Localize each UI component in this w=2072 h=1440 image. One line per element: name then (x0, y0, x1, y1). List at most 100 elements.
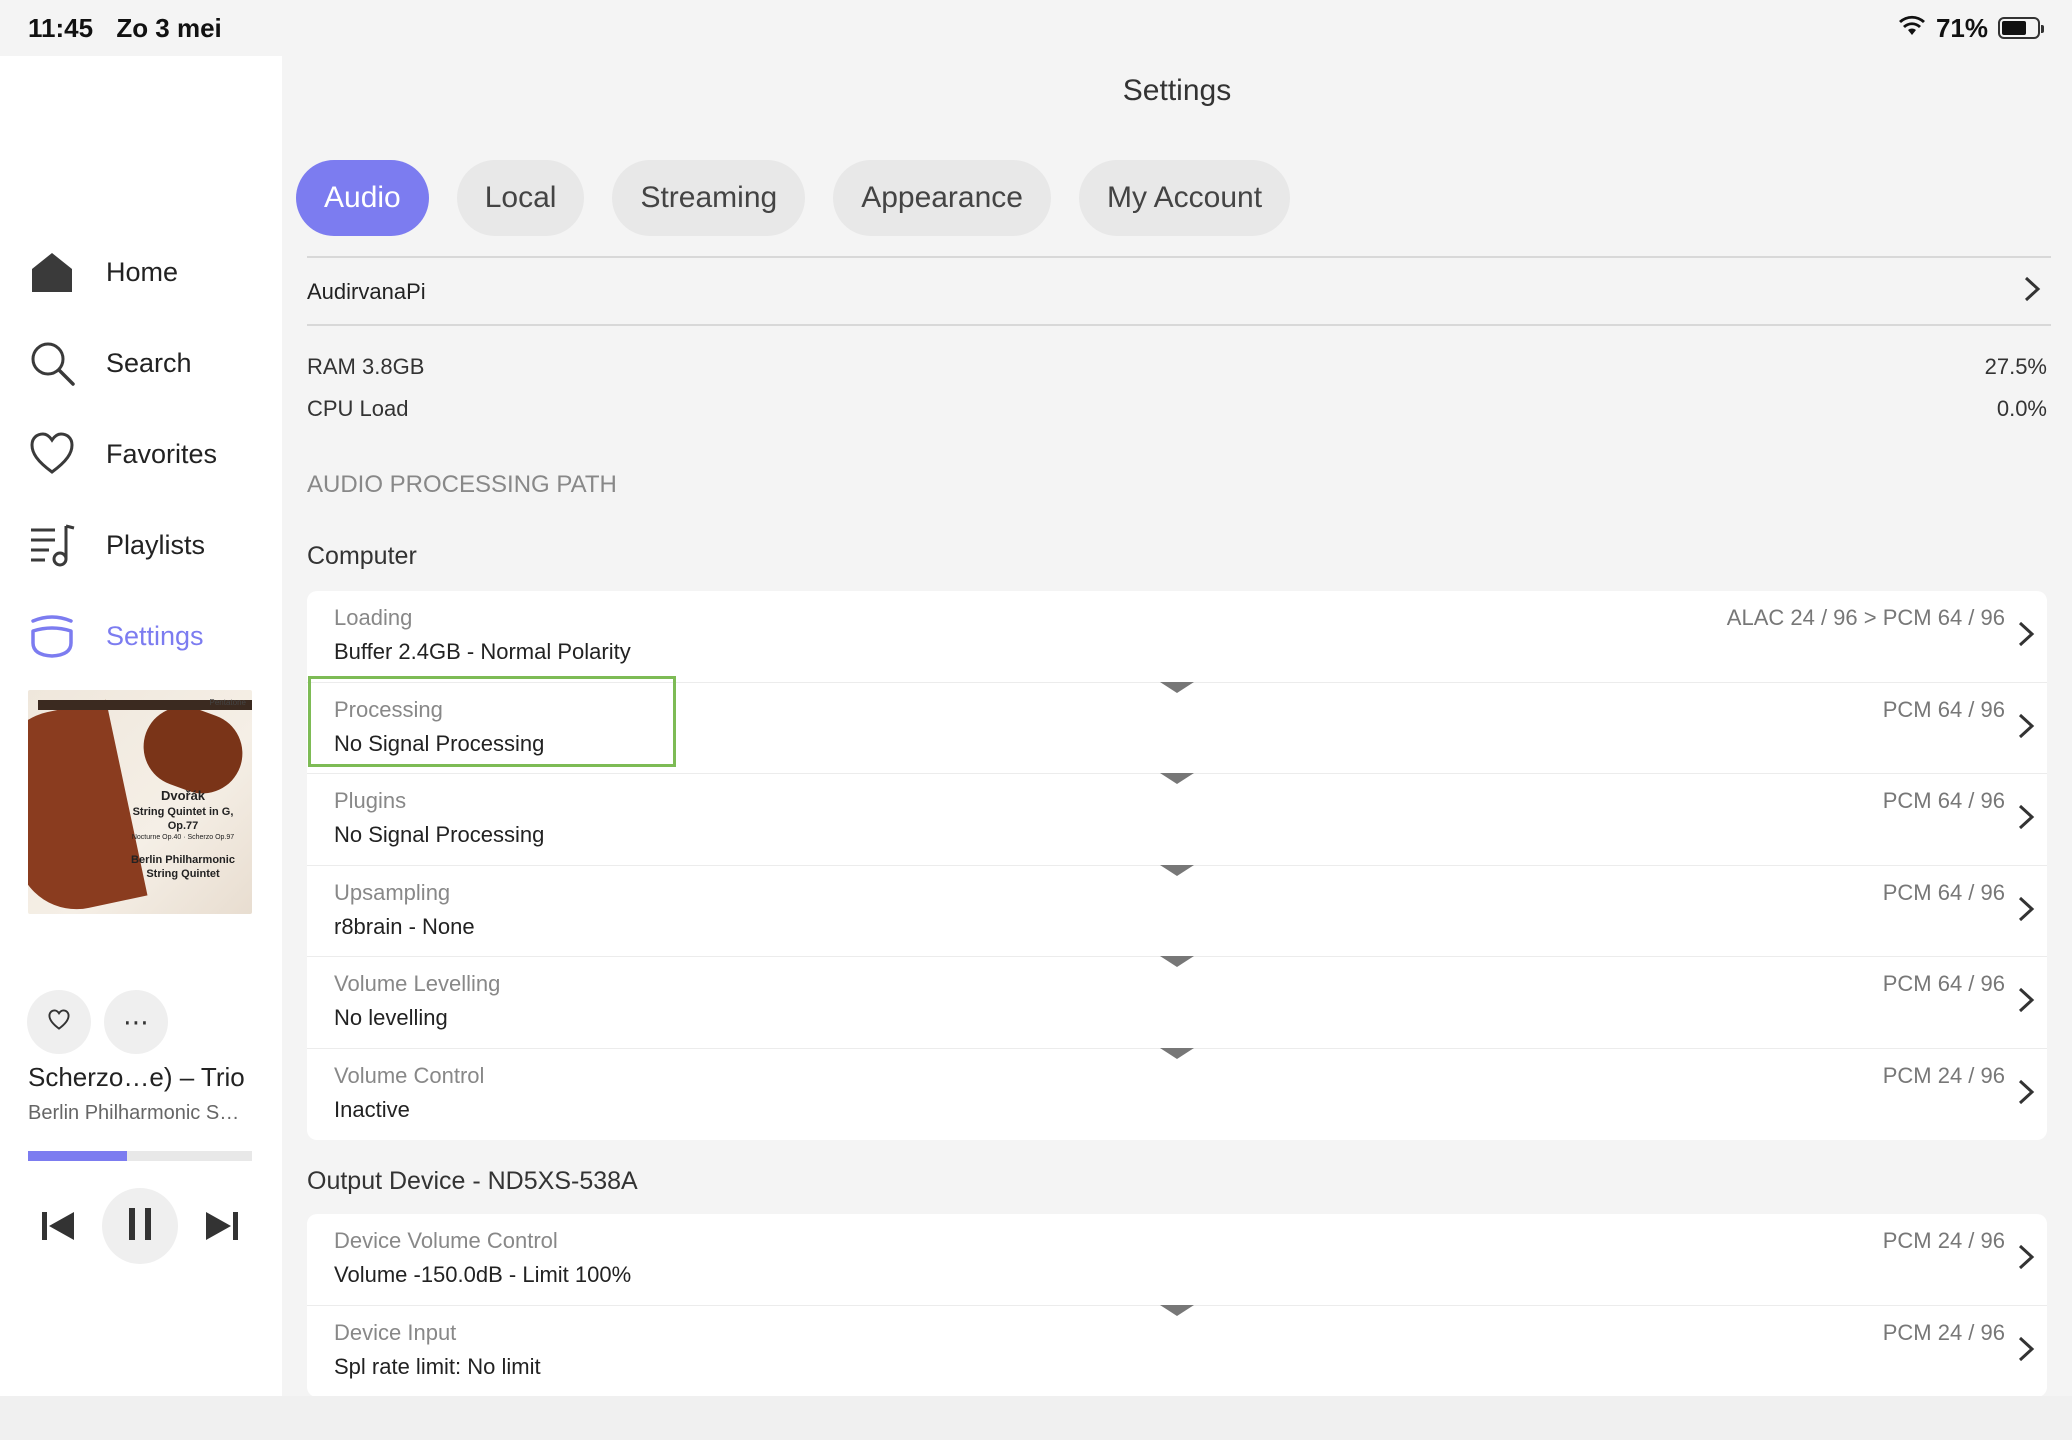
battery-fill (2002, 21, 2027, 35)
row-format: PCM 24 / 96 (1882, 1228, 2005, 1253)
row-label: Upsampling (334, 879, 451, 905)
ram-label: RAM 3.8GB (307, 354, 425, 379)
computer-group-label: Computer (307, 542, 417, 570)
sidebar-item-favorites[interactable]: Favorites (28, 424, 217, 484)
next-button[interactable] (202, 1208, 242, 1248)
track-artist[interactable]: Berlin Philharmonic S… (28, 1102, 239, 1125)
more-button[interactable]: ⋯ (104, 990, 168, 1054)
sidebar-item-home[interactable]: Home (28, 242, 178, 302)
status-bar: 11:45 Zo 3 mei 71% (0, 0, 2072, 56)
playback-progress[interactable] (28, 1151, 252, 1161)
track-title[interactable]: Scherzo…e) – Trio (28, 1062, 245, 1093)
bottom-strip (0, 1396, 2072, 1440)
path-row-device-volume-control[interactable]: Device Volume Control Volume -150.0dB - … (307, 1214, 2047, 1306)
settings-tabs: Audio Local Streaming Appearance My Acco… (296, 160, 1291, 236)
favorite-button[interactable] (27, 990, 91, 1054)
more-icon: ⋯ (123, 1007, 149, 1037)
divider (307, 256, 2051, 258)
row-value: r8brain - None (334, 913, 475, 939)
row-format: PCM 64 / 96 (1882, 971, 2005, 996)
chevron-right-icon (2017, 804, 2041, 834)
album-cover[interactable]: Pentatone Dvořák String Quintet in G, Op… (28, 690, 252, 914)
flow-arrow-icon (1160, 956, 1194, 967)
sidebar-item-label: Playlists (106, 529, 206, 560)
settings-icon (28, 612, 76, 660)
flow-arrow-icon (1160, 1304, 1194, 1316)
row-label: Processing (334, 696, 443, 722)
page-title: Settings (1122, 74, 1232, 107)
chevron-right-icon (2023, 276, 2041, 308)
heart-icon (48, 1008, 70, 1036)
playback-progress-fill (28, 1151, 127, 1161)
row-label: Volume Control (334, 1062, 485, 1088)
pause-button[interactable] (102, 1188, 178, 1264)
device-selector[interactable]: AudirvanaPi (307, 262, 2051, 322)
status-time: 11:45 (28, 12, 94, 43)
flow-arrow-icon (1160, 1047, 1194, 1059)
row-value: Spl rate limit: No limit (334, 1353, 541, 1379)
album-cover-brand: Pentatone (209, 698, 246, 707)
flow-arrow-icon (1160, 773, 1194, 784)
section-title: AUDIO PROCESSING PATH (307, 471, 617, 498)
search-icon (28, 339, 76, 387)
sidebar-item-label: Settings (106, 620, 204, 651)
flow-arrow-icon (1160, 681, 1194, 693)
row-format: PCM 24 / 96 (1882, 1319, 2005, 1345)
row-label: Loading (334, 605, 413, 630)
row-label: Volume Levelling (334, 971, 501, 996)
ram-value: 27.5% (1984, 354, 2047, 379)
path-row-upsampling[interactable]: Upsampling r8brain - None PCM 64 / 96 (307, 864, 2047, 957)
path-row-loading[interactable]: Loading Buffer 2.4GB - Normal Polarity A… (307, 591, 2047, 683)
row-value: Buffer 2.4GB - Normal Polarity (334, 639, 631, 664)
sidebar-item-playlists[interactable]: Playlists (28, 515, 205, 575)
chevron-right-icon (2017, 713, 2041, 743)
computer-path-card: Loading Buffer 2.4GB - Normal Polarity A… (307, 591, 2047, 1140)
divider (307, 324, 2051, 326)
chevron-right-icon (2017, 896, 2041, 926)
path-row-device-input[interactable]: Device Input Spl rate limit: No limit PC… (307, 1304, 2047, 1398)
tab-local[interactable]: Local (456, 160, 585, 236)
row-value: No levelling (334, 1005, 448, 1030)
row-format: PCM 64 / 96 (1882, 879, 2005, 905)
ram-stat: RAM 3.8GB 27.5% (307, 354, 2047, 380)
status-left: 11:45 Zo 3 mei (28, 13, 238, 44)
cpu-label: CPU Load (307, 396, 409, 421)
battery-percent: 71% (1935, 12, 1988, 43)
sidebar-item-search[interactable]: Search (28, 333, 192, 393)
path-row-plugins[interactable]: Plugins No Signal Processing PCM 64 / 96 (307, 773, 2047, 866)
skip-back-icon (41, 1211, 75, 1246)
path-row-volume-levelling[interactable]: Volume Levelling No levelling PCM 64 / 9… (307, 956, 2047, 1049)
row-format: PCM 24 / 96 (1882, 1062, 2005, 1088)
row-label: Plugins (334, 788, 407, 813)
sidebar-item-label: Home (106, 256, 179, 287)
path-row-volume-control[interactable]: Volume Control Inactive PCM 24 / 96 (307, 1047, 2047, 1141)
row-value: Volume -150.0dB - Limit 100% (334, 1262, 632, 1287)
tab-audio[interactable]: Audio (296, 160, 429, 236)
wifi-icon (1898, 13, 1926, 44)
previous-button[interactable] (38, 1208, 78, 1248)
chevron-right-icon (2017, 1336, 2041, 1366)
tab-streaming[interactable]: Streaming (612, 160, 806, 236)
heart-icon (28, 430, 76, 478)
chevron-right-icon (2017, 1079, 2041, 1109)
device-name: AudirvanaPi (307, 279, 426, 304)
chevron-right-icon (2017, 987, 2041, 1017)
flow-arrow-icon (1160, 864, 1194, 876)
pause-icon (127, 1207, 153, 1245)
row-value: Inactive (334, 1096, 410, 1122)
tab-my-account[interactable]: My Account (1078, 160, 1291, 236)
row-value: No Signal Processing (334, 822, 545, 847)
chevron-right-icon (2017, 1244, 2041, 1274)
path-row-processing[interactable]: Processing No Signal Processing PCM 64 /… (307, 681, 2047, 774)
tab-appearance[interactable]: Appearance (833, 160, 1051, 236)
row-value: No Signal Processing (334, 730, 545, 756)
album-cover-text: Dvořák String Quintet in G, Op.77 Noctur… (131, 788, 235, 880)
row-format: ALAC 24 / 96 > PCM 64 / 96 (1726, 605, 2005, 630)
sidebar-item-label: Search (106, 347, 192, 378)
status-right: 71% (1898, 12, 2044, 44)
chevron-right-icon (2017, 621, 2041, 651)
battery-icon (1998, 17, 2044, 39)
skip-forward-icon (205, 1211, 239, 1246)
sidebar-item-settings[interactable]: Settings (28, 606, 204, 666)
output-group-label: Output Device - ND5XS-538A (307, 1167, 638, 1195)
